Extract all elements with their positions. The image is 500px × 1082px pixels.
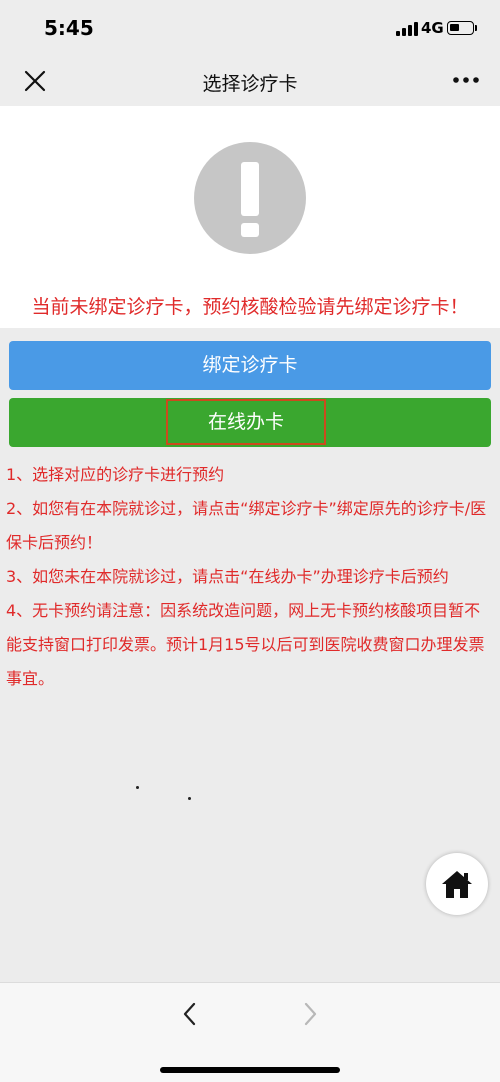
instruction-item: 3、如您未在本院就诊过，请点击“在线办卡”办理诊疗卡后预约 <box>6 567 449 586</box>
network-type: 4G <box>421 19 444 37</box>
bind-card-button[interactable]: 绑定诊疗卡 <box>9 341 491 390</box>
instruction-item: 4、无卡预约请注意：因系统改造问题，网上无卡预约核酸项目暂不能支持窗口打印发票。… <box>6 601 485 688</box>
exclamation-icon <box>194 142 306 254</box>
instruction-item: 1、选择对应的诊疗卡进行预约 <box>6 465 225 484</box>
status-time: 5:45 <box>44 16 94 40</box>
battery-tip <box>475 25 477 31</box>
signal-icon <box>396 21 418 36</box>
chevron-left-icon[interactable] <box>178 999 202 1029</box>
instructions: 1、选择对应的诊疗卡进行预约 2、如您有在本院就诊过，请点击“绑定诊疗卡”绑定原… <box>6 458 496 696</box>
stray-dot <box>136 786 139 789</box>
home-indicator <box>160 1067 340 1073</box>
bottom-toolbar <box>0 982 500 1082</box>
page-title: 选择诊疗卡 <box>202 73 298 95</box>
alert-message: 当前未绑定诊疗卡，预约核酸检验请先绑定诊疗卡！ <box>31 296 469 318</box>
online-card-button[interactable]: 在线办卡 <box>9 398 491 447</box>
battery-icon <box>447 21 474 35</box>
instruction-item: 2、如您有在本院就诊过，请点击“绑定诊疗卡”绑定原先的诊疗卡/医保卡后预约！ <box>6 499 487 552</box>
home-button[interactable] <box>426 853 488 915</box>
status-bar: 5:45 4G <box>0 0 500 58</box>
chevron-right-icon[interactable] <box>298 999 322 1029</box>
home-icon <box>442 871 472 898</box>
nav-bar: 选择诊疗卡 <box>0 58 500 106</box>
stray-dot <box>188 797 191 800</box>
online-card-label: 在线办卡 <box>166 399 326 445</box>
more-icon[interactable] <box>450 70 482 90</box>
alert-panel: 当前未绑定诊疗卡，预约核酸检验请先绑定诊疗卡！ <box>0 106 500 328</box>
